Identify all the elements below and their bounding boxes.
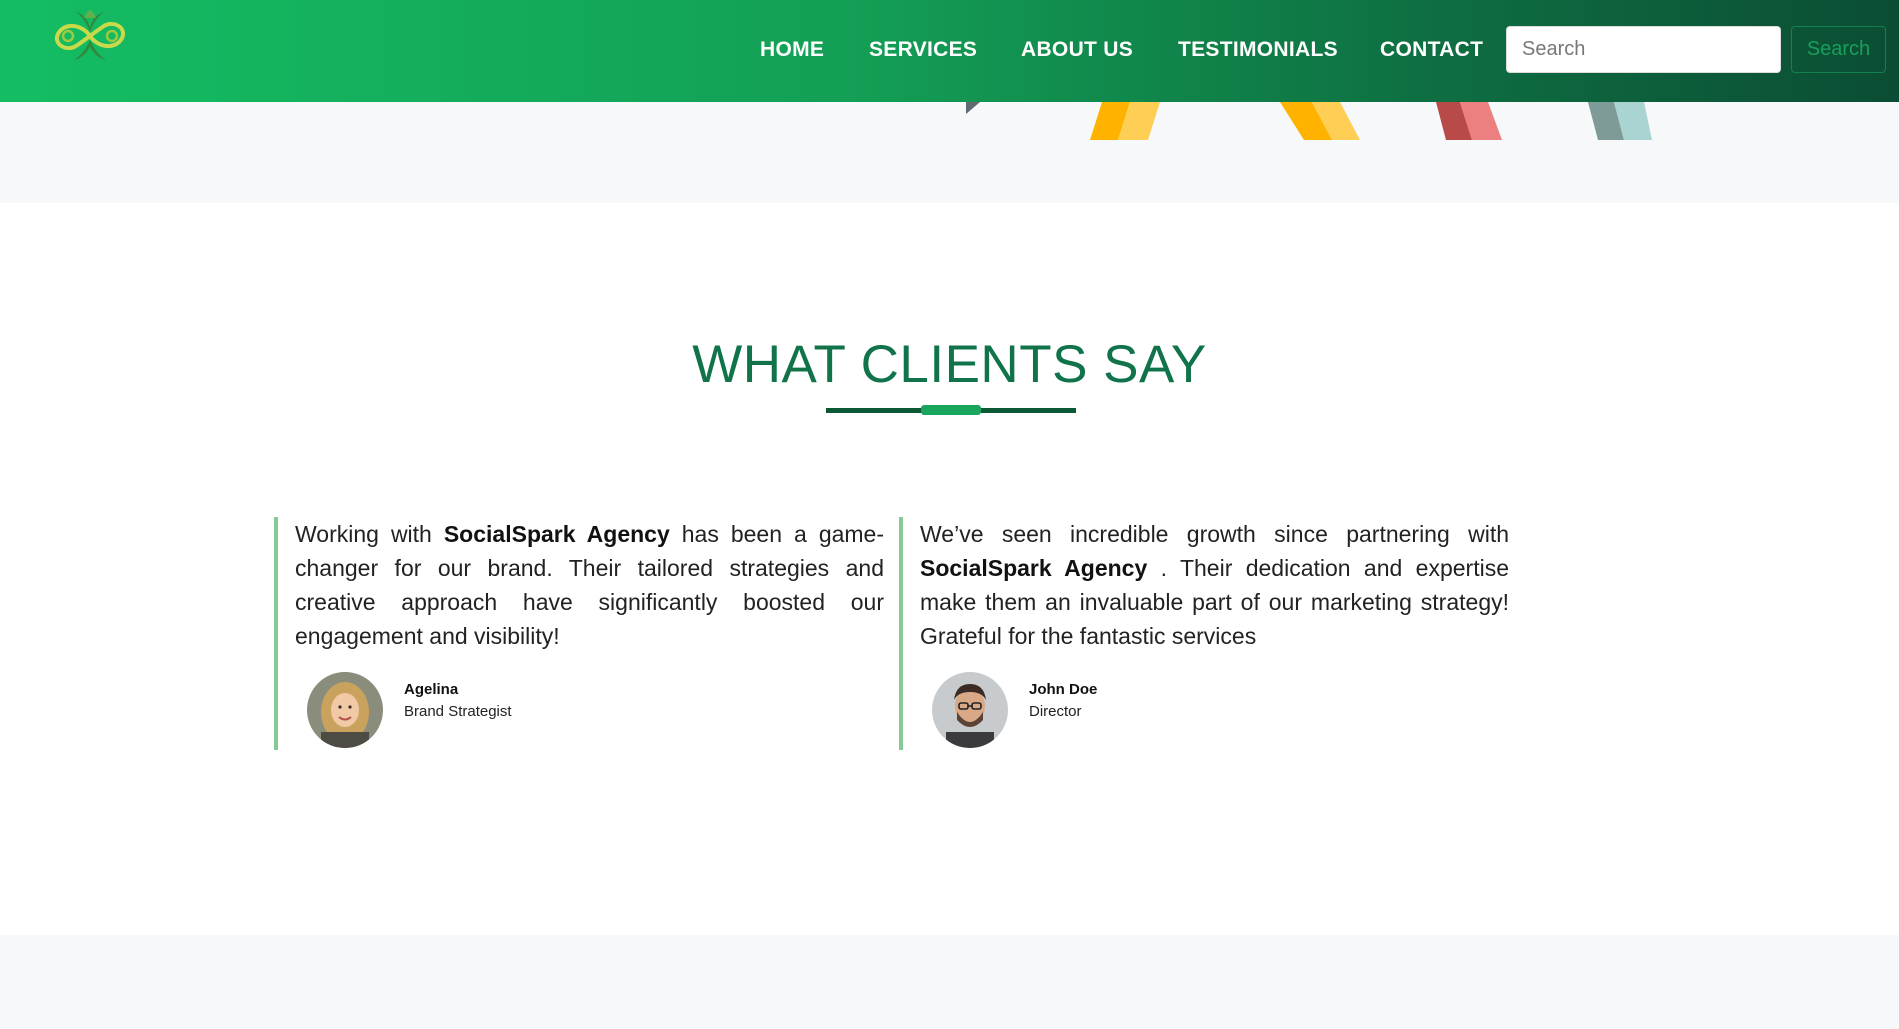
avatar [307,672,383,748]
nav-home[interactable]: HOME [760,38,824,62]
testimonial-quote: We’ve seen incredible growth since partn… [920,517,1509,653]
nav-contact[interactable]: CONTACT [1380,38,1483,62]
testimonials-section: WHAT CLIENTS SAY Working with SocialSpar… [0,203,1899,935]
nav-about-us[interactable]: ABOUT US [1021,38,1133,62]
avatar [932,672,1008,748]
quote-text: Working with [295,521,444,547]
nav-services[interactable]: SERVICES [869,38,977,62]
quote-text: We’ve seen incredible growth since partn… [920,521,1509,547]
author-role: Brand Strategist [404,703,512,720]
site-header: HOME SERVICES ABOUT US TESTIMONIALS CONT… [0,0,1899,102]
testimonial-card: We’ve seen incredible growth since partn… [899,517,1509,750]
testimonial-quote: Working with SocialSpark Agency has been… [295,517,884,653]
author-name: John Doe [1029,681,1098,698]
quote-brand: SocialSpark Agency [920,555,1148,581]
title-underline [826,404,1076,416]
man-portrait-icon [932,672,1008,748]
author-name: Agelina [404,681,459,698]
search-input[interactable] [1506,26,1781,73]
nav-testimonials[interactable]: TESTIMONIALS [1178,38,1338,62]
infinity-leaf-logo-icon[interactable] [46,6,134,68]
testimonial-card: Working with SocialSpark Agency has been… [274,517,884,750]
author-role: Director [1029,703,1082,720]
underline-accent [921,405,981,415]
quote-brand: SocialSpark Agency [443,521,670,547]
decorative-shapes [966,102,1652,140]
section-title: WHAT CLIENTS SAY [692,335,1207,394]
search-button[interactable]: Search [1791,26,1886,73]
woman-portrait-icon [307,672,383,748]
